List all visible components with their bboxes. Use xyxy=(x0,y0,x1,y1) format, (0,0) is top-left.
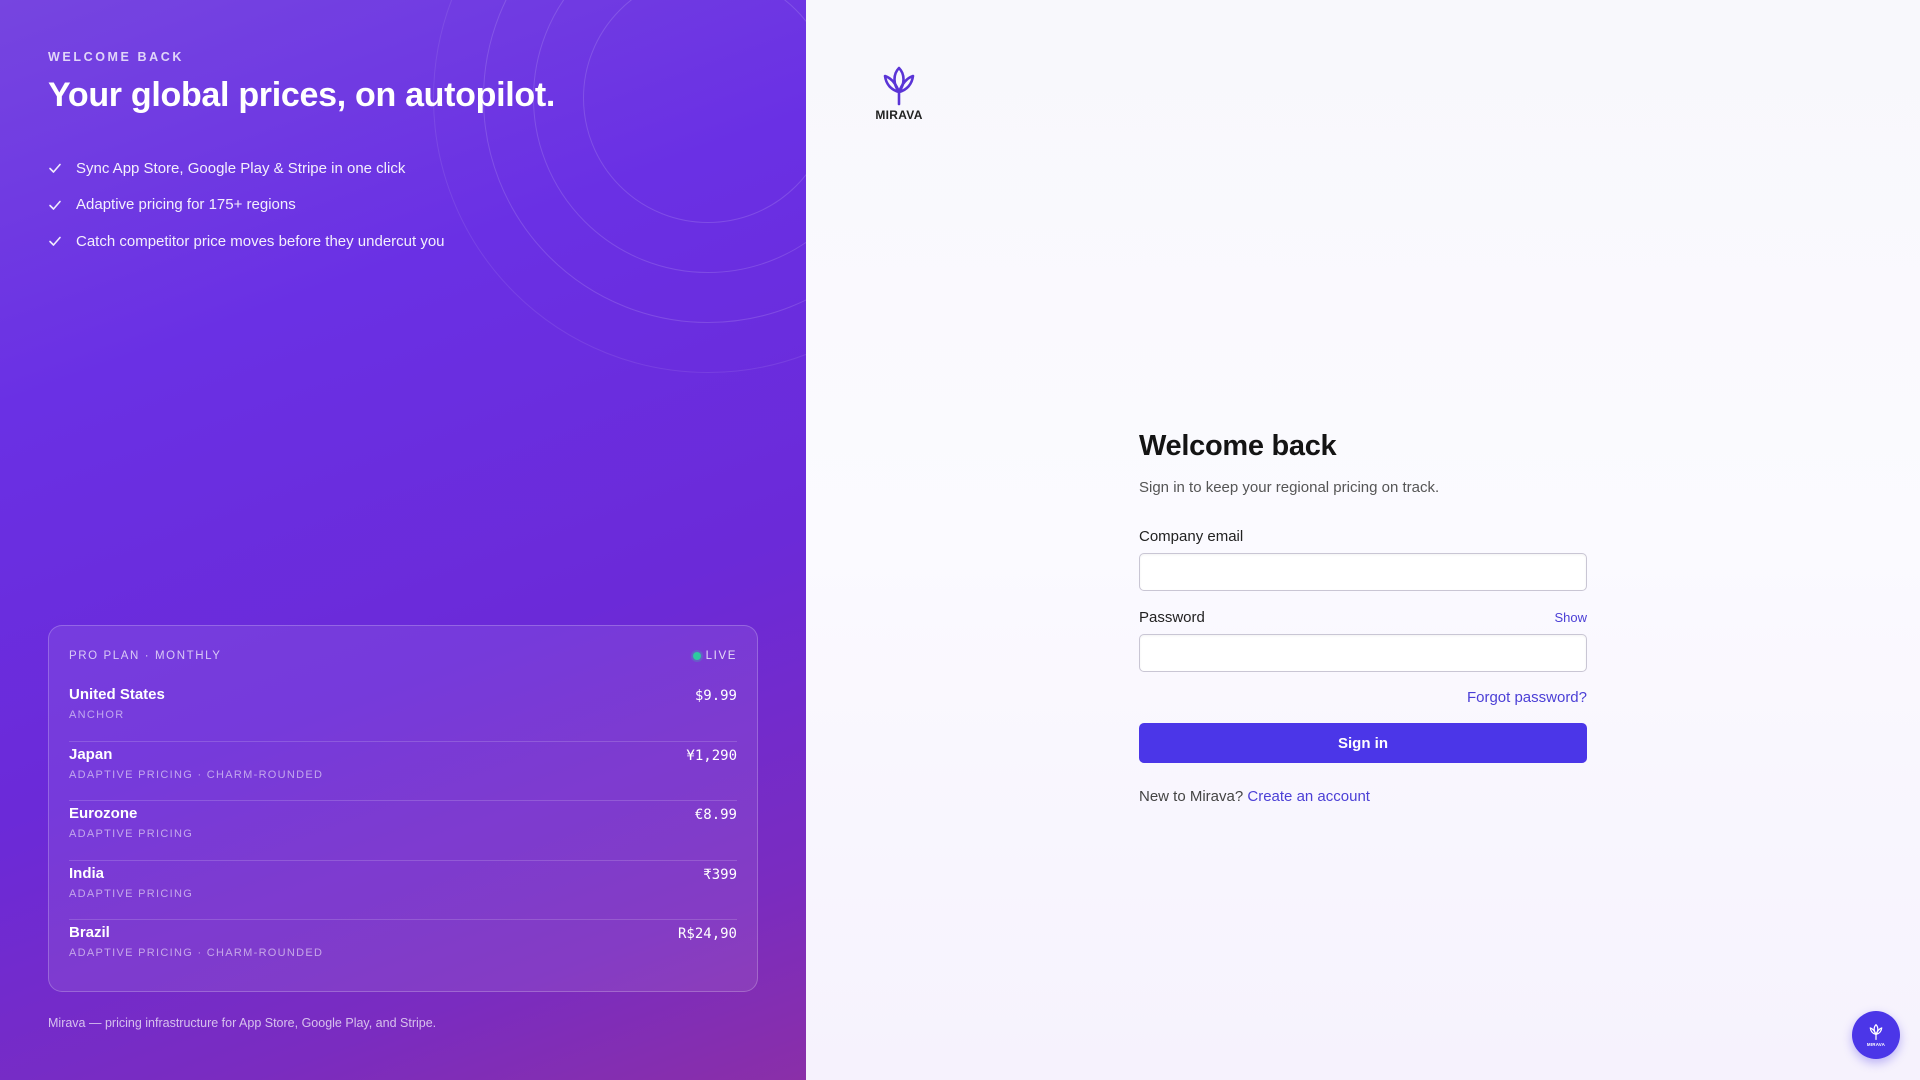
price-value: R$24,90 xyxy=(677,926,737,942)
live-label: LIVE xyxy=(705,650,737,662)
feature-item: Sync App Store, Google Play & Stripe in … xyxy=(48,150,445,187)
auth-panel: MIRAVA Welcome back Sign in to keep your… xyxy=(806,0,1920,1080)
promo-eyebrow: WELCOME BACK xyxy=(48,50,185,64)
check-icon xyxy=(49,200,61,210)
price-value: $9.99 xyxy=(694,688,737,704)
country-name: Brazil xyxy=(69,924,110,941)
price-value: ¥1,290 xyxy=(686,747,737,764)
check-icon xyxy=(49,236,61,247)
password-field[interactable] xyxy=(1139,634,1587,672)
country-name: India xyxy=(69,864,105,882)
sign-in-form: Welcome back Sign in to keep your region… xyxy=(1139,430,1587,805)
pricing-tags: ADAPTIVE PRICING · CHARM-ROUNDED xyxy=(69,768,324,781)
brand-wordmark: MIRAVA xyxy=(875,108,923,122)
live-badge: LIVE xyxy=(692,650,737,662)
price-value: €8.99 xyxy=(694,807,737,823)
feature-text: Adaptive pricing for 175+ regions xyxy=(76,196,296,214)
lotus-logo-icon xyxy=(1869,1024,1883,1040)
pricing-tags: ADAPTIVE PRICING xyxy=(69,887,194,900)
new-account-text: New to Mirava? xyxy=(1139,788,1244,805)
forgot-password-link[interactable]: Forgot password? xyxy=(1139,689,1587,706)
brand-fab-button[interactable]: MIRAVA xyxy=(1852,1011,1900,1059)
brand-logo[interactable]: MIRAVA xyxy=(872,64,926,122)
promo-panel: WELCOME BACK Your global prices, on auto… xyxy=(0,0,806,1080)
feature-text: Sync App Store, Google Play & Stripe in … xyxy=(76,159,406,177)
price-row-eurozone: Eurozone ADAPTIVE PRICING €8.99 xyxy=(69,801,737,861)
feature-list: Sync App Store, Google Play & Stripe in … xyxy=(48,150,445,260)
email-field[interactable] xyxy=(1139,553,1587,591)
pricing-card-header: PRO PLAN · MONTHLY LIVE xyxy=(69,626,737,682)
email-label-row: Company email xyxy=(1139,528,1587,545)
password-label-row: Password Show xyxy=(1139,609,1587,626)
country-name: United States xyxy=(69,686,165,703)
sign-in-page: WELCOME BACK Your global prices, on auto… xyxy=(0,0,1920,1080)
form-subtitle: Sign in to keep your regional pricing on… xyxy=(1139,479,1440,496)
pricing-tags: ADAPTIVE PRICING · CHARM-ROUNDED xyxy=(69,947,324,959)
price-value: ₹399 xyxy=(703,866,737,883)
form-title: Welcome back xyxy=(1139,430,1337,462)
promo-headline: Your global prices, on autopilot. xyxy=(48,76,556,114)
new-account-prompt: New to Mirava? Create an account xyxy=(1139,788,1587,805)
create-account-link[interactable]: Create an account xyxy=(1247,788,1370,805)
fab-wordmark: MIRAVA xyxy=(1866,1042,1886,1047)
plan-title: PRO PLAN · MONTHLY xyxy=(69,650,222,662)
check-icon xyxy=(49,163,61,174)
feature-item: Catch competitor price moves before they… xyxy=(48,223,445,260)
decorative-ring xyxy=(433,0,806,373)
country-name: Eurozone xyxy=(69,805,138,822)
lotus-logo-icon xyxy=(883,66,915,106)
feature-item: Adaptive pricing for 175+ regions xyxy=(48,187,445,224)
promo-footer: Mirava — pricing infrastructure for App … xyxy=(48,1016,437,1030)
price-row-india: India ADAPTIVE PRICING ₹399 xyxy=(69,861,737,920)
price-row-japan: Japan ADAPTIVE PRICING · CHARM-ROUNDED ¥… xyxy=(69,742,737,801)
country-name: Japan xyxy=(69,745,113,763)
email-label: Company email xyxy=(1139,528,1244,545)
pricing-tags: ADAPTIVE PRICING xyxy=(69,828,194,840)
sign-in-button[interactable]: Sign in xyxy=(1139,723,1587,763)
pricing-card: PRO PLAN · MONTHLY LIVE United States AN… xyxy=(48,625,758,992)
price-row-brazil: Brazil ADAPTIVE PRICING · CHARM-ROUNDED … xyxy=(69,920,737,980)
feature-text: Catch competitor price moves before they… xyxy=(76,232,445,250)
price-row-united-states: United States ANCHOR $9.99 xyxy=(69,682,737,742)
pricing-tags: ANCHOR xyxy=(69,709,125,721)
live-dot-icon xyxy=(692,652,701,660)
password-label: Password xyxy=(1139,609,1205,626)
show-password-toggle[interactable]: Show xyxy=(1554,610,1587,625)
